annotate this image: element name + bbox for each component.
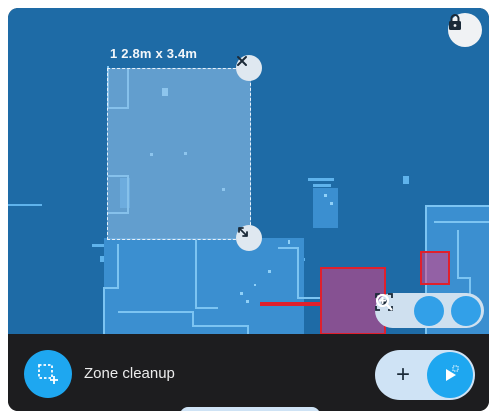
- no-go-zone[interactable]: [420, 251, 450, 285]
- bottom-sheet-handle[interactable]: [180, 407, 320, 411]
- zoom-controls: [375, 293, 484, 328]
- zone-select-icon: [38, 364, 58, 384]
- mode-label: Zone cleanup: [84, 365, 175, 382]
- close-icon: [237, 56, 247, 66]
- vacuum-map-card: 1 2.8m x 3.4m Zone cleanup +: [8, 8, 489, 411]
- bottom-bar: Zone cleanup +: [8, 334, 489, 411]
- zoom-in-icon: [376, 294, 393, 311]
- resize-zone-handle[interactable]: [236, 225, 262, 251]
- zoom-in-button[interactable]: [376, 294, 481, 326]
- start-cleaning-button[interactable]: [427, 352, 473, 398]
- action-controls: +: [375, 350, 475, 400]
- cleaning-zone[interactable]: [107, 68, 251, 240]
- zoom-out-button[interactable]: [376, 294, 445, 326]
- add-zone-button[interactable]: +: [383, 355, 423, 395]
- lock-icon: [449, 14, 461, 30]
- virtual-wall[interactable]: [260, 302, 322, 306]
- remove-zone-button[interactable]: [236, 55, 262, 81]
- map-view[interactable]: 1 2.8m x 3.4m: [8, 8, 489, 334]
- play-icon: [446, 365, 459, 381]
- resize-icon: [238, 227, 248, 237]
- lock-map-button[interactable]: [448, 13, 482, 47]
- zone-mode-button[interactable]: [24, 350, 72, 398]
- zone-dimensions-label: 1 2.8m x 3.4m: [110, 46, 198, 61]
